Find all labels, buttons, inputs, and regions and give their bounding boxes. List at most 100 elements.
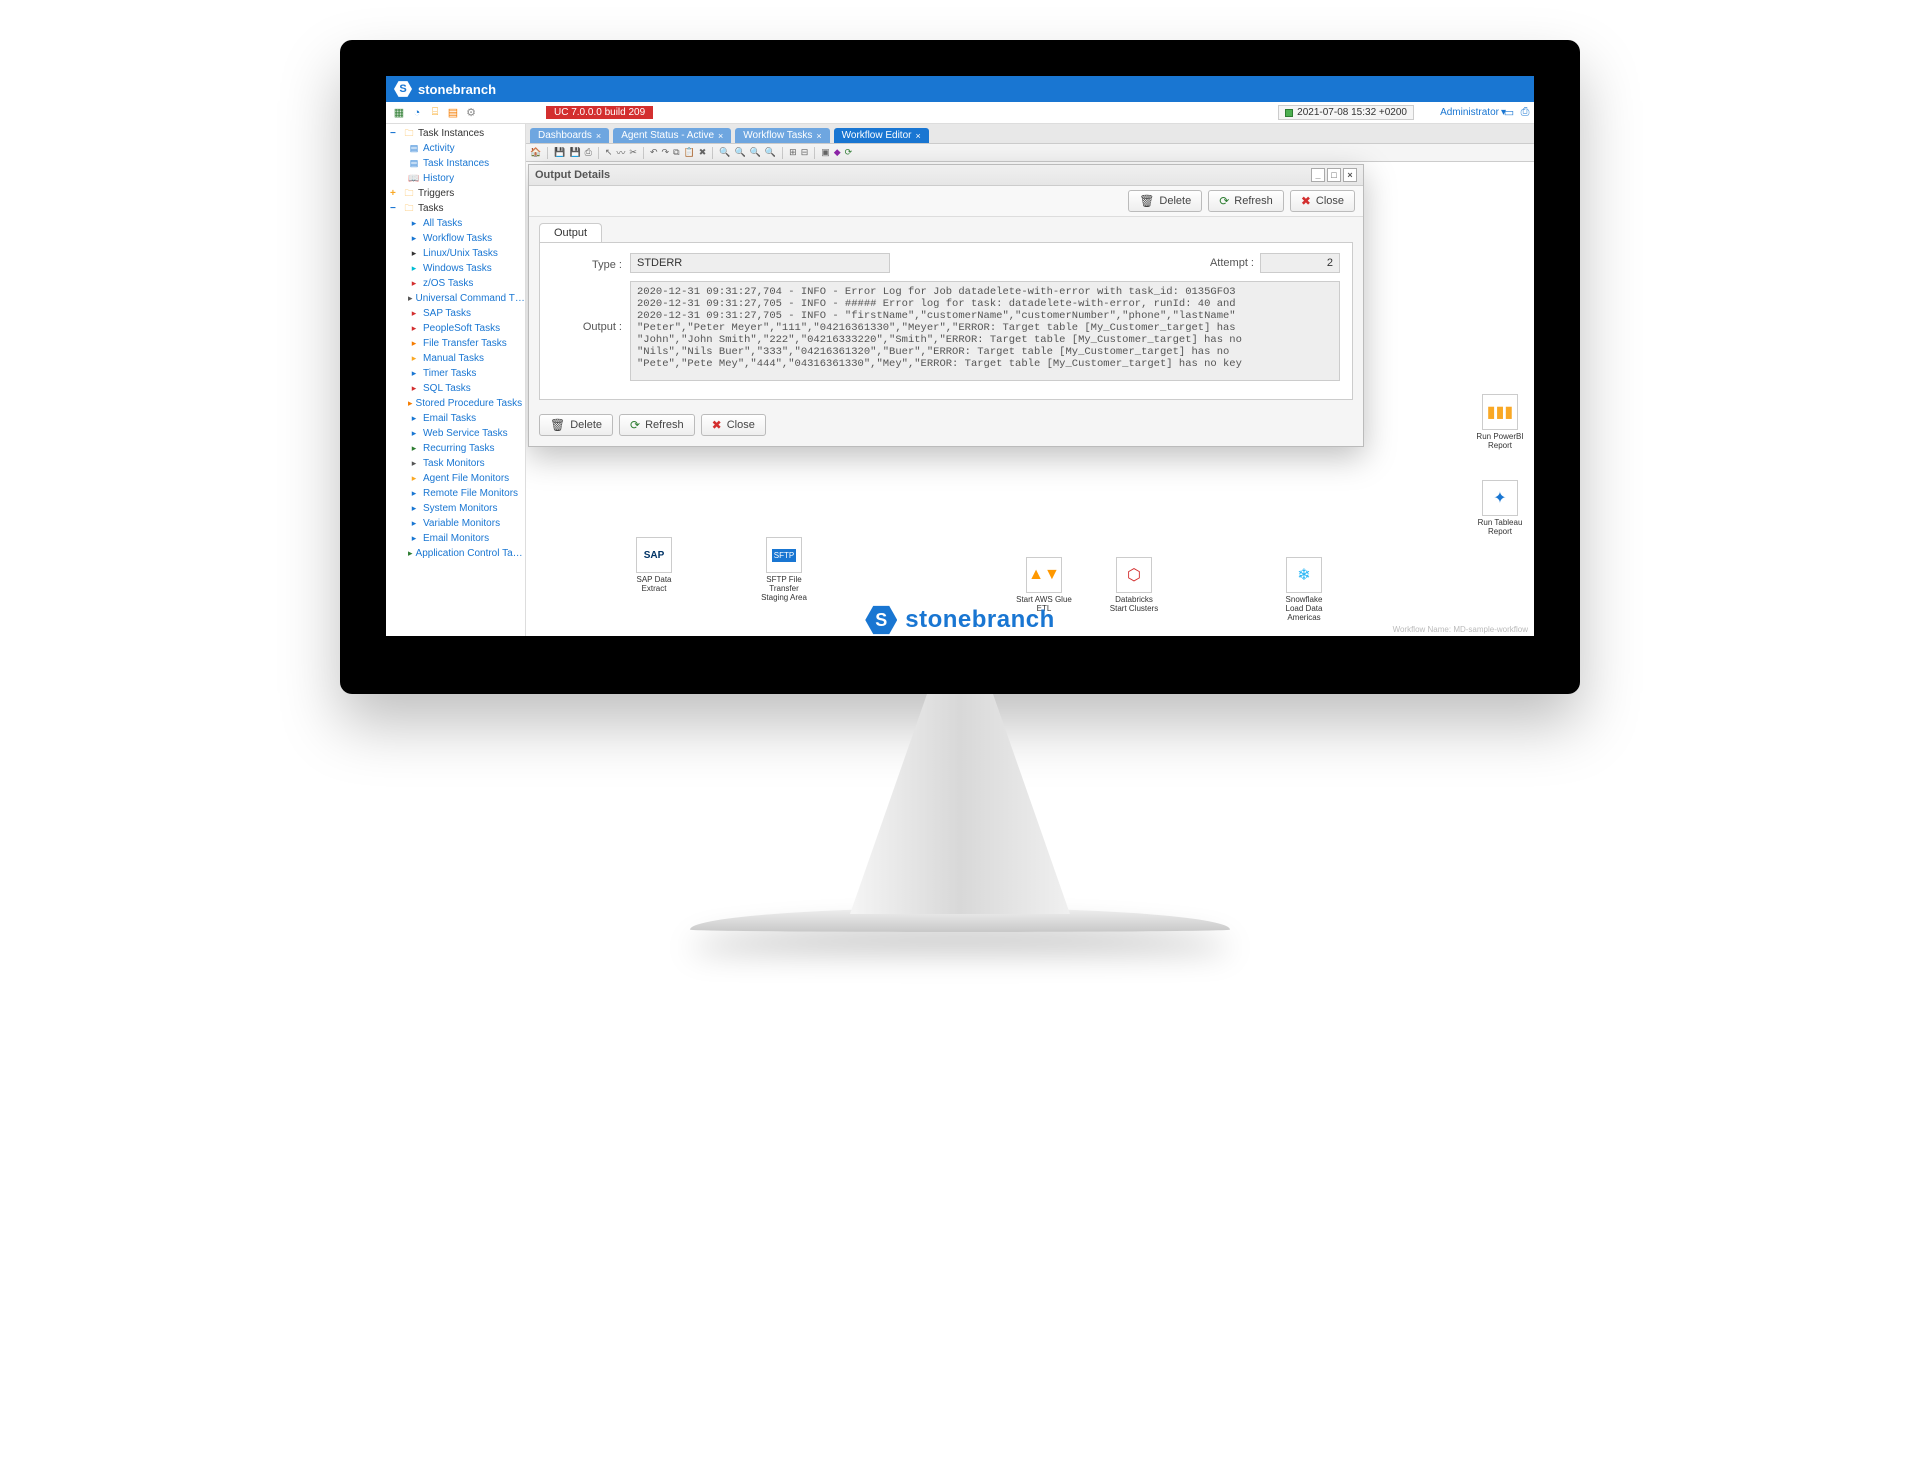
sidebar-item[interactable]: ▸Workflow Tasks (402, 231, 525, 246)
tb-zoom100-icon[interactable]: 🔍 (765, 147, 776, 158)
output-tab[interactable]: Output (539, 223, 602, 242)
workspace-tab[interactable]: Dashboards× (530, 128, 609, 143)
sidebar-item[interactable]: ▸Email Tasks (402, 411, 525, 426)
sidebar-item[interactable]: ▸Stored Procedure Tasks (402, 396, 525, 411)
output-line: "Pete","Pete Mey","444","04316361330","M… (637, 358, 1333, 370)
folder-icon: 🗀 (403, 128, 415, 140)
tb-save-all-icon[interactable]: 💾 (569, 147, 580, 158)
tb-cut-icon[interactable]: ✂ (629, 147, 637, 158)
monitor-brand-logo: S stonebranch (386, 604, 1534, 636)
task-type-icon: ▸ (408, 533, 420, 545)
tb-zoomout-icon[interactable]: 🔍 (734, 147, 745, 158)
bottom-delete-button[interactable]: 🗑Delete (539, 414, 613, 436)
task-type-icon: ▸ (408, 218, 420, 230)
sidebar-item[interactable]: ▸File Transfer Tasks (402, 336, 525, 351)
toolbar-pie-icon[interactable]: ◔ (410, 106, 424, 120)
workflow-node[interactable]: SAPSAP Data Extract (626, 537, 682, 593)
tb-refresh-icon[interactable]: ⟳ (845, 147, 853, 158)
toolbar-report-icon[interactable]: ▤ (446, 106, 460, 120)
sidebar-item[interactable]: ▸Universal Command T… (402, 291, 525, 306)
top-refresh-button[interactable]: ⟳Refresh (1208, 190, 1284, 212)
admin-menu[interactable]: Administrator ▾ (1440, 107, 1506, 118)
tb-layout-icon[interactable]: ⊞ (789, 147, 797, 158)
tree-tasks[interactable]: − 🗀 Tasks (386, 201, 525, 216)
sidebar-item[interactable]: ▸SQL Tasks (402, 381, 525, 396)
sidebar-item[interactable]: ▸All Tasks (402, 216, 525, 231)
sidebar-item[interactable]: ▸Web Service Tasks (402, 426, 525, 441)
tb-paste-icon[interactable]: 📋 (684, 147, 695, 158)
dialog-body: Type : STDERR Attempt : 2 Output : (539, 242, 1353, 400)
monitor-stand (850, 694, 1070, 914)
tb-diamond-icon[interactable]: ◆ (834, 147, 841, 158)
tb-cursor-icon[interactable]: ↖ (605, 147, 613, 158)
tb-redo-icon[interactable]: ↷ (662, 147, 670, 158)
tab-close-icon[interactable]: × (816, 131, 821, 141)
workspace-tab[interactable]: Workflow Tasks × (735, 128, 829, 143)
tab-label: Agent Status - Active (621, 130, 714, 141)
tb-copy-icon[interactable]: ⧉ (673, 147, 679, 158)
workflow-node[interactable]: SFTPSFTP File Transfer Staging Area (756, 537, 812, 602)
toolbar-grid-icon[interactable]: ▦ (392, 106, 406, 120)
header-right-icons: ▭ ⎙ (1502, 106, 1532, 120)
sidebar-item[interactable]: ▸SAP Tasks (402, 306, 525, 321)
tb-home-icon[interactable]: 🏠 (530, 147, 541, 158)
tree-history[interactable]: 📖History (402, 171, 525, 186)
sidebar-item[interactable]: ▸System Monitors (402, 501, 525, 516)
tree-task-instances[interactable]: − 🗀 Task Instances (386, 126, 525, 141)
sidebar-item[interactable]: ▸z/OS Tasks (402, 276, 525, 291)
book-icon: 📖 (408, 173, 420, 185)
tree-task-instances-child[interactable]: ▤Task Instances (402, 156, 525, 171)
tree-activity[interactable]: ▤Activity (402, 141, 525, 156)
task-type-icon: ▸ (408, 518, 420, 530)
tb-delete-icon[interactable]: ✖ (699, 147, 707, 158)
sidebar-item[interactable]: ▸Windows Tasks (402, 261, 525, 276)
tb-save-icon[interactable]: 💾 (554, 147, 565, 158)
dialog-titlebar[interactable]: Output Details _ □ × (529, 165, 1363, 186)
dialog-top-actions: 🗑Delete ⟳Refresh ✖Close (529, 186, 1363, 217)
tb-zoomin-icon[interactable]: 🔍 (719, 147, 730, 158)
task-type-icon: ▸ (408, 383, 420, 395)
sidebar-item[interactable]: ▸Manual Tasks (402, 351, 525, 366)
tab-close-icon[interactable]: × (915, 131, 920, 141)
toolbar-gear-icon[interactable]: ⚙ (464, 106, 478, 120)
tb-undo-icon[interactable]: ↶ (650, 147, 658, 158)
print-icon[interactable]: ⎙ (1518, 106, 1532, 120)
tb-print-icon[interactable]: ⎙ (585, 147, 592, 158)
output-textarea[interactable]: 2020-12-31 09:31:27,704 - INFO - Error L… (630, 281, 1340, 381)
sidebar-item[interactable]: ▸Timer Tasks (402, 366, 525, 381)
tab-close-icon[interactable]: × (596, 131, 601, 141)
node-label: SFTP File Transfer Staging Area (756, 575, 812, 602)
sidebar-item[interactable]: ▸PeopleSoft Tasks (402, 321, 525, 336)
close-window-button[interactable]: × (1343, 168, 1357, 182)
tb-link-icon[interactable]: 〰 (616, 146, 625, 159)
sidebar-item[interactable]: ▸Application Control Ta… (402, 546, 525, 561)
sidebar-item[interactable]: ▸Variable Monitors (402, 516, 525, 531)
workspace-tab[interactable]: Agent Status - Active × (613, 128, 731, 143)
tb-zoomfit-icon[interactable]: 🔍 (750, 147, 761, 158)
tb-box-icon[interactable]: ▣ (821, 147, 830, 158)
top-delete-button[interactable]: 🗑Delete (1128, 190, 1202, 212)
sidebar-item[interactable]: ▸Recurring Tasks (402, 441, 525, 456)
sidebar-item[interactable]: ▸Remote File Monitors (402, 486, 525, 501)
dialog-bottom-actions: 🗑Delete ⟳Refresh ✖Close (529, 408, 1363, 446)
minimize-button[interactable]: _ (1311, 168, 1325, 182)
bottom-refresh-button[interactable]: ⟳Refresh (619, 414, 695, 436)
sidebar-item[interactable]: ▸Email Monitors (402, 531, 525, 546)
main-split: − 🗀 Task Instances ▤Activity ▤Task Insta… (386, 124, 1534, 636)
workspace-tab[interactable]: Workflow Editor× (834, 128, 929, 143)
workflow-node[interactable]: ▮▮▮Run PowerBI Report (1472, 394, 1528, 450)
tab-close-icon[interactable]: × (718, 131, 723, 141)
toolbar-db-icon[interactable]: ⌸ (428, 106, 442, 120)
bottom-close-button[interactable]: ✖Close (701, 414, 766, 436)
trash-icon: 🗑 (550, 418, 565, 432)
top-close-button[interactable]: ✖Close (1290, 190, 1355, 212)
workflow-node[interactable]: ✦Run Tableau Report (1472, 480, 1528, 536)
sidebar-item[interactable]: ▸Task Monitors (402, 456, 525, 471)
tb-layout2-icon[interactable]: ⊟ (801, 147, 809, 158)
maximize-button[interactable]: □ (1327, 168, 1341, 182)
tree-triggers[interactable]: + 🗀 Triggers (386, 186, 525, 201)
sidebar-item[interactable]: ▸Linux/Unix Tasks (402, 246, 525, 261)
sidebar-item[interactable]: ▸Agent File Monitors (402, 471, 525, 486)
console-icon[interactable]: ▭ (1502, 106, 1516, 120)
tab-label: Workflow Tasks (743, 130, 812, 141)
